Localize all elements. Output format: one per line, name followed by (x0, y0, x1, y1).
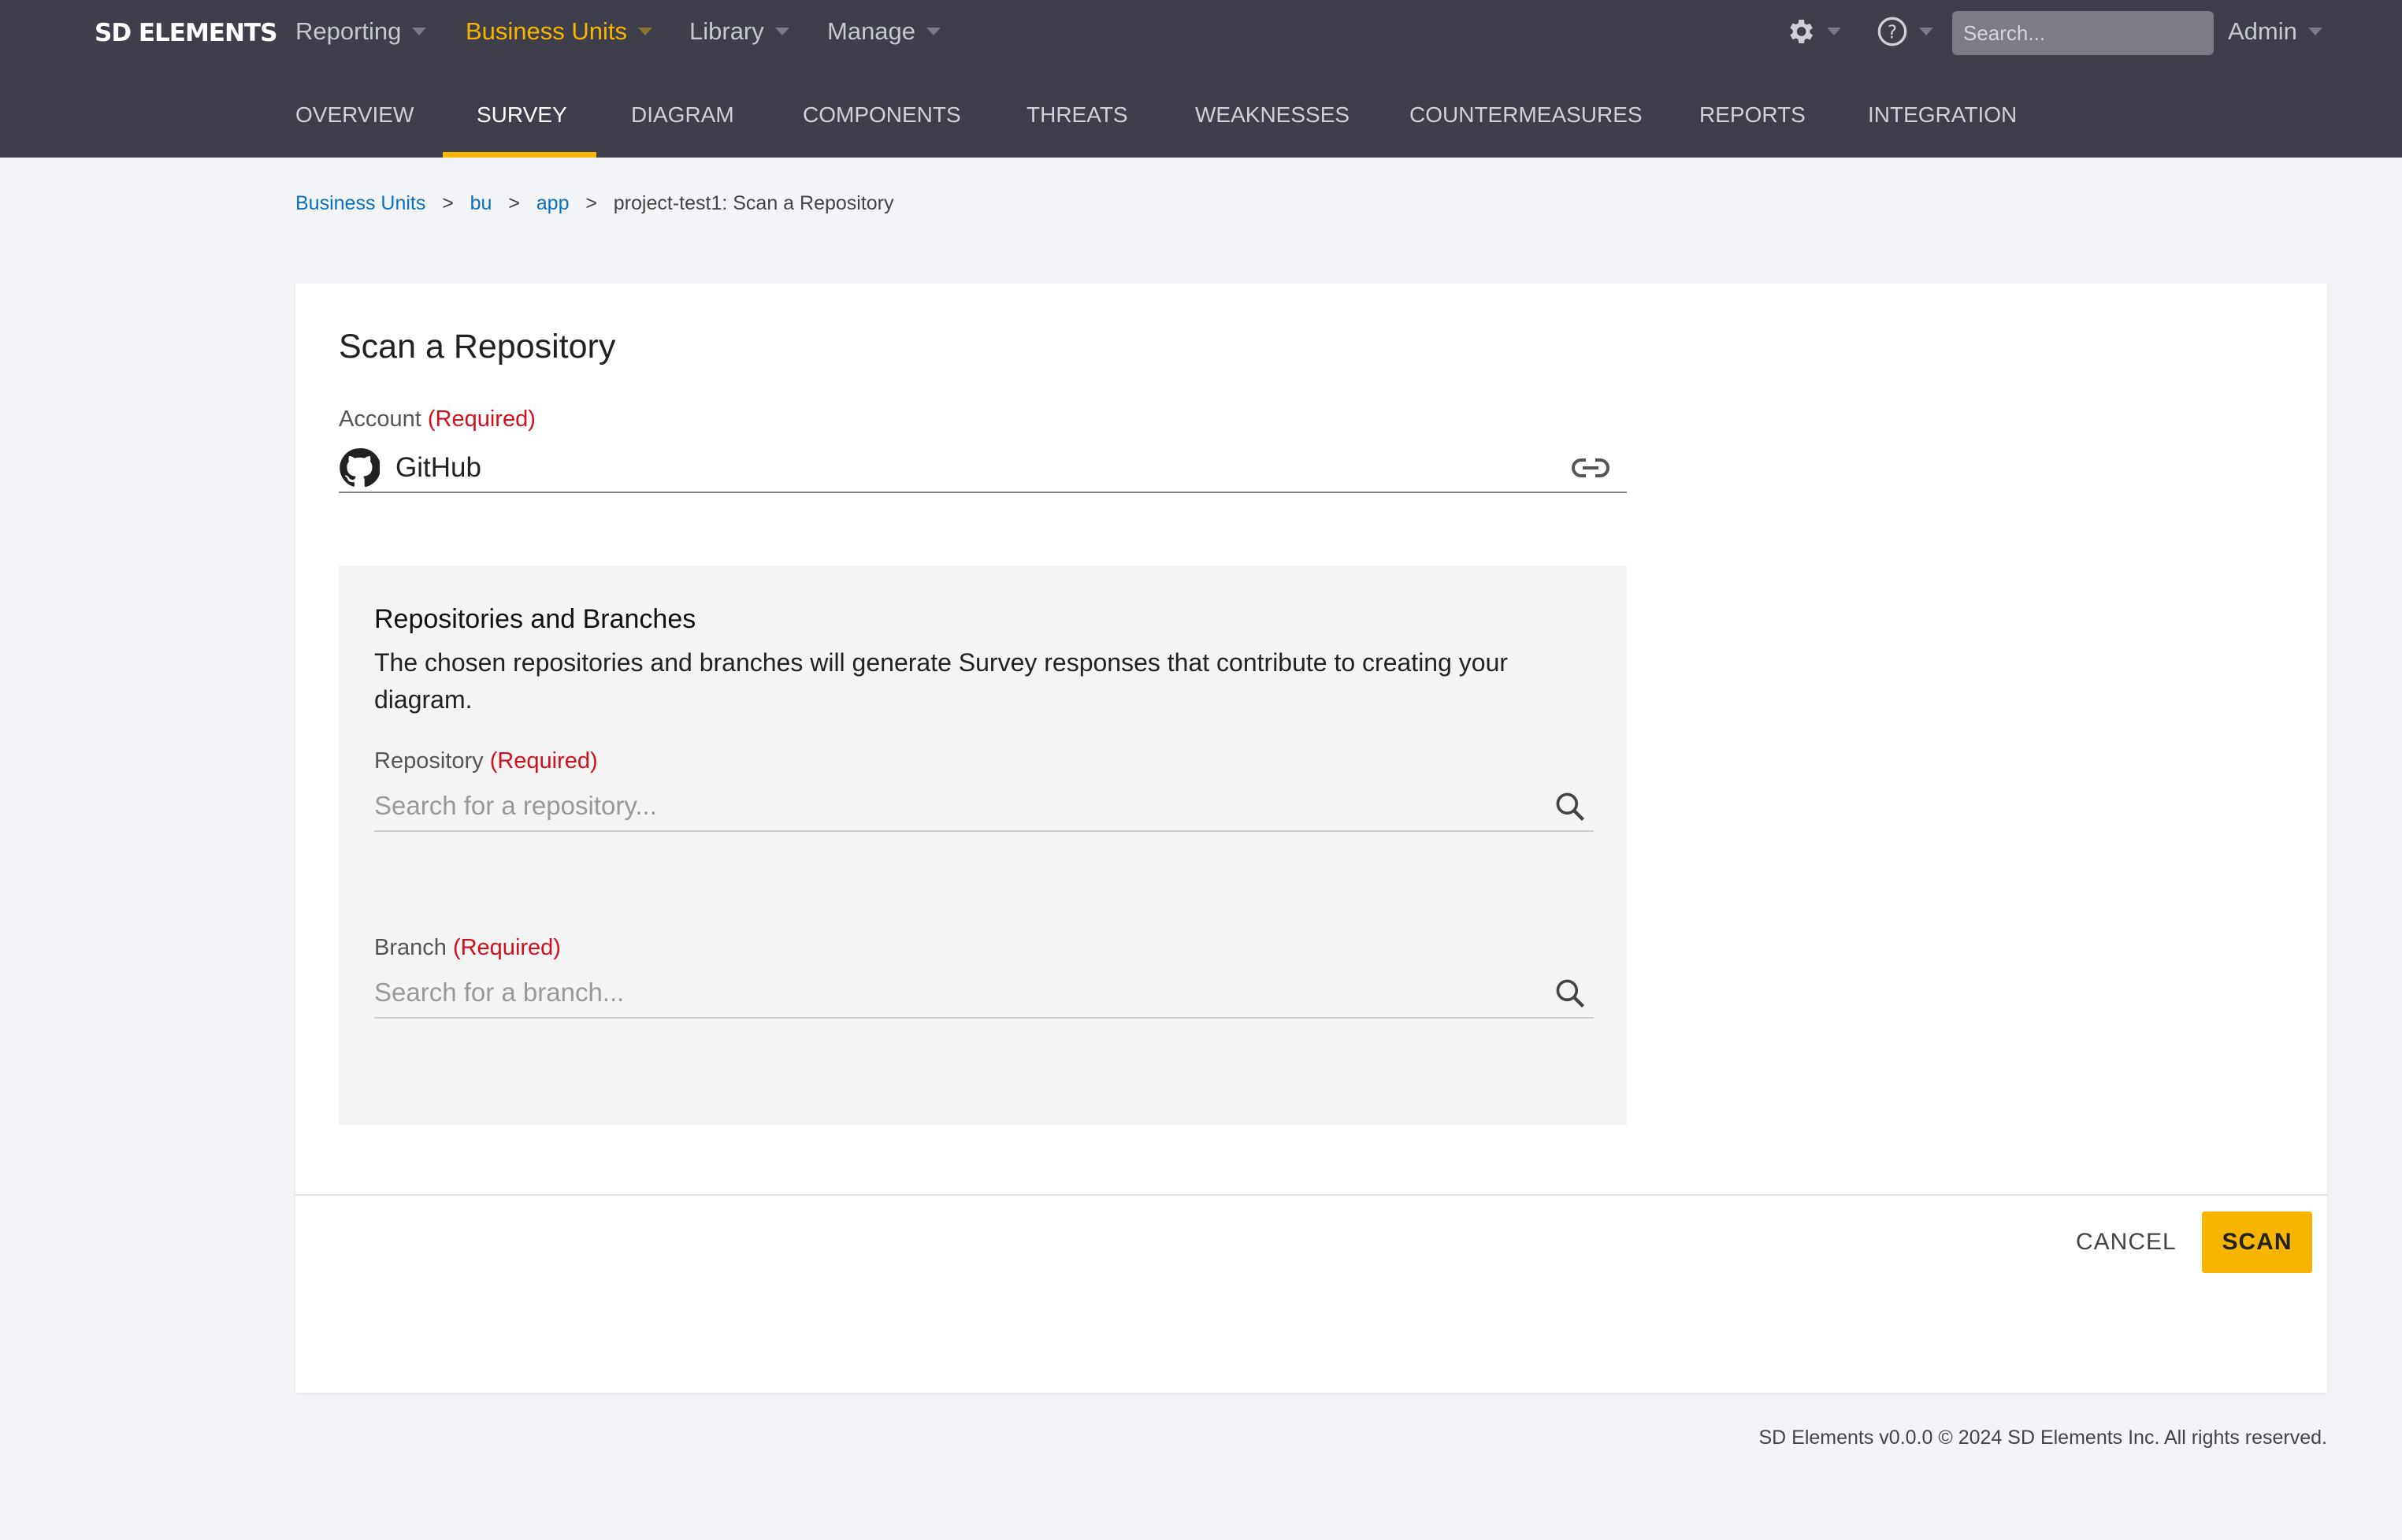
nav-label: Reporting (295, 17, 402, 45)
caret-down-icon (926, 28, 941, 35)
caret-down-icon (638, 28, 653, 35)
gear-icon (1790, 20, 1813, 43)
nav-business-units[interactable]: Business Units (466, 17, 653, 46)
help-menu[interactable]: ? (1877, 16, 1933, 47)
cancel-button[interactable]: CANCEL (2076, 1229, 2177, 1256)
tab-reports[interactable]: REPORTS (1699, 102, 1806, 128)
breadcrumb: Business Units > bu > app > project-test… (295, 192, 894, 215)
tab-integration[interactable]: INTEGRATION (1868, 102, 2017, 128)
tab-weaknesses[interactable]: WEAKNESSES (1195, 102, 1350, 128)
label-text: Repository (374, 748, 484, 774)
breadcrumb-bu[interactable]: bu (470, 192, 492, 214)
footer-divider (295, 1194, 2327, 1196)
label-text: Branch (374, 935, 447, 960)
help-icon: ? (1877, 17, 1907, 46)
breadcrumb-separator: > (442, 192, 454, 214)
link-icon[interactable] (1572, 454, 1609, 482)
tab-survey[interactable]: SURVEY (477, 102, 567, 128)
tab-components[interactable]: COMPONENTS (803, 102, 961, 128)
breadcrumb-app[interactable]: app (536, 192, 570, 214)
nav-library[interactable]: Library (689, 17, 789, 46)
copyright: SD Elements v0.0.0 © 2024 SD Elements In… (1758, 1427, 2327, 1449)
caret-down-icon (774, 28, 789, 35)
nav-label: Business Units (466, 17, 628, 45)
tab-overview[interactable]: OVERVIEW (295, 102, 414, 128)
page-title: Scan a Repository (339, 328, 616, 366)
caret-down-icon (1919, 28, 1933, 35)
tab-diagram[interactable]: DIAGRAM (631, 102, 734, 128)
search-icon[interactable] (1553, 976, 1587, 1011)
github-icon (340, 448, 380, 488)
label-text: Account (339, 406, 421, 432)
global-search-input[interactable] (1952, 11, 2214, 55)
tab-threats[interactable]: THREATS (1027, 102, 1128, 128)
settings-menu[interactable] (1784, 16, 1841, 47)
caret-down-icon (412, 28, 427, 35)
svg-text:?: ? (1888, 20, 1897, 43)
branch-placeholder: Search for a branch... (374, 978, 625, 1007)
repository-placeholder: Search for a repository... (374, 791, 657, 820)
active-tab-indicator (443, 152, 596, 158)
repository-search-input[interactable]: Search for a repository... (374, 788, 1594, 832)
breadcrumb-separator: > (508, 192, 520, 214)
section-title: Repositories and Branches (374, 604, 696, 634)
tab-countermeasures[interactable]: COUNTERMEASURES (1409, 102, 1643, 128)
required-marker: (Required) (427, 406, 536, 432)
breadcrumb-current: project-test1: Scan a Repository (613, 192, 894, 214)
user-name: Admin (2228, 17, 2297, 45)
breadcrumb-separator: > (585, 192, 597, 214)
branch-search-input[interactable]: Search for a branch... (374, 974, 1594, 1019)
caret-down-icon (1827, 28, 1841, 35)
user-menu[interactable]: Admin (2228, 17, 2322, 46)
nav-label: Library (689, 17, 764, 45)
account-label: Account (Required) (339, 406, 536, 432)
nav-label: Manage (827, 17, 916, 45)
branch-label: Branch (Required) (374, 935, 561, 961)
required-marker: (Required) (452, 935, 561, 960)
repository-label: Repository (Required) (374, 748, 598, 774)
top-navbar: SD ELEMENTS Reporting Business Units Lib… (0, 0, 2402, 158)
search-icon[interactable] (1553, 789, 1587, 824)
logo[interactable]: SD ELEMENTS (95, 19, 277, 47)
account-field[interactable]: GitHub (339, 447, 1627, 493)
scan-button[interactable]: SCAN (2202, 1212, 2312, 1273)
breadcrumb-business-units[interactable]: Business Units (295, 192, 425, 214)
nav-reporting[interactable]: Reporting (295, 17, 427, 46)
nav-manage[interactable]: Manage (827, 17, 941, 46)
caret-down-icon (2307, 28, 2322, 35)
account-value: GitHub (395, 452, 481, 483)
section-description: The chosen repositories and branches wil… (374, 648, 1509, 714)
required-marker: (Required) (489, 748, 598, 774)
